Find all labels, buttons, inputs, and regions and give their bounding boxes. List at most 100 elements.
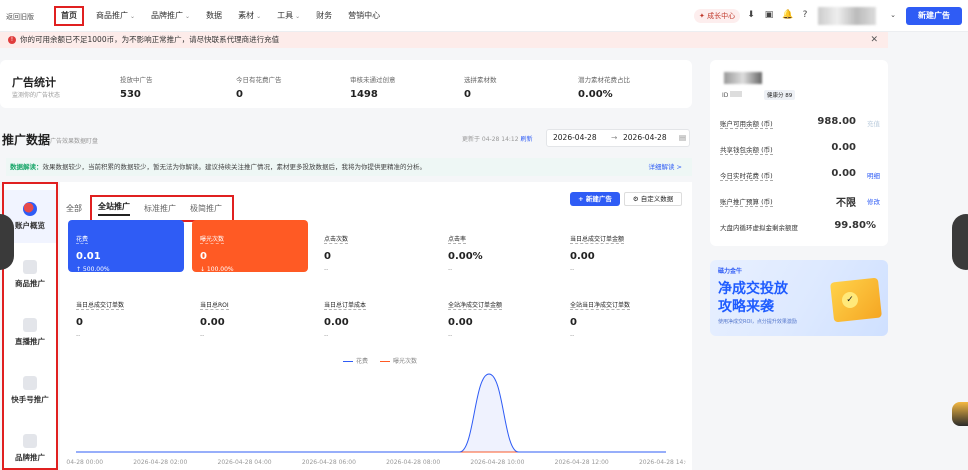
- growth-center-button[interactable]: ✦ 成长中心: [694, 9, 741, 23]
- assistant-mascot[interactable]: [952, 402, 968, 426]
- banner-brand: 磁力金牛: [718, 268, 743, 275]
- wallet-icon[interactable]: ▣: [764, 10, 774, 20]
- stat-spending-ads[interactable]: 今日有花费广告 0: [236, 74, 282, 100]
- metric-card-orders[interactable]: 当日总成交订单数 0 --: [68, 286, 184, 339]
- nav-marketing[interactable]: 营销中心: [340, 6, 388, 26]
- stat-materials[interactable]: 选拼素材数 0: [464, 74, 497, 100]
- tab-site-wide[interactable]: 全站推广: [98, 201, 130, 216]
- scroll-right-handle[interactable]: [952, 214, 968, 270]
- stat-active-ads[interactable]: 投放中广告 530: [120, 74, 153, 100]
- nav-goods-promo[interactable]: 商品推广 ⌄: [88, 6, 143, 27]
- help-icon[interactable]: ?: [800, 10, 810, 20]
- metric-card-gmv[interactable]: 当日总成交订单金额 0.00 --: [562, 220, 678, 273]
- nav-home[interactable]: 首页: [54, 6, 84, 26]
- metric-card-net-gmv[interactable]: 全站净成交订单金额 0.00 --: [440, 286, 556, 339]
- chevron-down-icon[interactable]: ⌄: [888, 10, 898, 20]
- ad-stats-subtitle: 监测你的广告状态: [12, 92, 61, 99]
- row-available-balance: 账户可用余额 (币) 988.00 充值: [720, 116, 880, 129]
- nav-brand-promo[interactable]: 品牌推广 ⌄: [143, 6, 198, 27]
- new-ad-small-button[interactable]: + 新建广告: [570, 192, 620, 206]
- legend-swatch-impressions: [379, 361, 390, 362]
- sidebar-item-live-promo[interactable]: 直播推广: [4, 318, 56, 347]
- tab-standard[interactable]: 标准推广: [144, 203, 176, 214]
- chevron-down-icon: ⌄: [185, 12, 191, 20]
- nav-finance[interactable]: 财务: [308, 6, 340, 26]
- promo-tab-group: 全站推广 标准推广 极简推广: [90, 195, 234, 222]
- scroll-left-handle[interactable]: [0, 214, 14, 270]
- nav-data[interactable]: 数据: [198, 6, 230, 26]
- recharge-link[interactable]: 充值: [867, 118, 880, 128]
- row-budget: 账户推广预算 (币) 不限 修改: [720, 196, 880, 209]
- top-bar: 返回旧版 首页 商品推广 ⌄ 品牌推广 ⌄ 数据 素材 ⌄ 工具 ⌄ 财务 营销中心 ✦…: [0, 0, 968, 32]
- sidebar-item-account-promo[interactable]: 快手号推广: [4, 376, 56, 405]
- section-title: 推广数据: [2, 133, 51, 147]
- health-score-badge: 健康分 89: [764, 90, 796, 100]
- account-id: ID: [722, 91, 743, 99]
- refresh-link[interactable]: 刷新: [520, 136, 532, 143]
- metric-card-net-orders[interactable]: 全站当日净成交订单数 0 --: [562, 286, 678, 339]
- promo-banner[interactable]: 磁力金牛 净成交投放 攻略来袭 使用净成交ROI，点分提升效果激励 ✓: [710, 260, 888, 336]
- x-tick-label: 2026-04-28 06:00: [302, 459, 356, 466]
- account-panel: ID 健康分 89 账户可用余额 (币) 988.00 充值 共享钱包余额 (币) 0…: [710, 60, 888, 246]
- banner-title-line2: 攻略来袭: [718, 299, 774, 315]
- chevron-down-icon: ⌄: [130, 12, 136, 20]
- download-icon[interactable]: ⬇: [746, 10, 756, 20]
- balance-alert: ! 你的可用余额已不足1000币，为不影响正常推广，请尽快联系代理商进行充值 ✕: [0, 32, 888, 48]
- date-range-picker[interactable]: 2026-04-28 → 2026-04-28 ▤: [546, 129, 690, 147]
- bell-icon[interactable]: 🔔: [782, 10, 793, 20]
- overview-icon: [23, 202, 37, 216]
- x-tick-label: 2026-04-28 14:00: [639, 459, 686, 466]
- data-insight-tip: 数据解读：效果数据较少，当前积累的数据较少，暂无法为你解读。建议持续关注推广情况…: [6, 158, 692, 176]
- x-tick-label: 2026-04-28 04:00: [218, 459, 272, 466]
- metric-card-clicks[interactable]: 点击次数 0 --: [316, 220, 432, 273]
- x-tick-label: 2026-04-28 02:00: [133, 459, 187, 466]
- sidebar-item-goods-promo[interactable]: 商品推广: [4, 260, 56, 289]
- stat-rejected-creatives[interactable]: 审核未通过创意 1498: [350, 74, 396, 100]
- metric-card-ctr[interactable]: 点击率 0.00% --: [440, 220, 556, 273]
- x-tick-label: 2026-04-28 10:00: [470, 459, 524, 466]
- user-icon: [23, 376, 37, 390]
- nav-tools[interactable]: 工具 ⌄: [269, 6, 308, 27]
- trend-chart: 2026-04-28 00:00 2026-04-28 02:00 2026-04-…: [66, 373, 686, 466]
- banner-title-line1: 净成交投放: [718, 281, 788, 297]
- calendar-icon: ▤: [679, 133, 687, 142]
- ad-stats-panel: 广告统计 监测你的广告状态 投放中广告 530 今日有花费广告 0 审核未通过创意 1…: [0, 60, 692, 108]
- stat-potential-share[interactable]: 潜力素材花费占比 0.00%: [578, 74, 630, 100]
- main-nav: 首页 商品推广 ⌄ 品牌推广 ⌄ 数据 素材 ⌄ 工具 ⌄ 财务 营销中心: [54, 6, 388, 26]
- live-icon: [23, 318, 37, 332]
- metric-card-impressions[interactable]: 曝光次数 0 ↓ 100.00%: [192, 220, 308, 273]
- custom-data-button[interactable]: ⚙ 自定义数据: [624, 192, 682, 206]
- chevron-down-icon: ⌄: [295, 12, 301, 20]
- row-today-spend: 今日实时花费 (币) 0.00 明细: [720, 168, 880, 181]
- sidebar-item-brand-promo[interactable]: 品牌推广: [4, 434, 56, 463]
- x-tick-label: 2026-04-28 00:00: [66, 459, 103, 466]
- brand-icon: [23, 434, 37, 448]
- promo-tabs: 全部 全站推广 标准推广 极简推广: [66, 195, 234, 222]
- close-icon[interactable]: ✕: [870, 32, 878, 48]
- series-line-花费: [75, 373, 666, 453]
- insight-tag: 数据解读：: [10, 163, 43, 171]
- tab-all[interactable]: 全部: [66, 203, 82, 214]
- metric-card-spend[interactable]: 花费 0.01 ↑ 500.00%: [68, 220, 184, 273]
- ad-stats-title: 广告统计: [12, 76, 56, 89]
- metric-card-order-cost[interactable]: 当日总订单成本 0.00 --: [316, 286, 432, 339]
- update-time: 更新于 04-28 14:12 刷新: [462, 136, 533, 143]
- row-virtual-quota: 大盘内循环虚拟金剩余额度 99.80%: [720, 220, 876, 232]
- avatar[interactable]: [818, 7, 876, 25]
- account-name-blurred: [724, 72, 762, 84]
- edit-budget-link[interactable]: 修改: [867, 196, 880, 206]
- thumbs-up-icon: ✓: [842, 292, 858, 308]
- banner-subtitle: 使用净成交ROI，点分提升效果激励: [718, 319, 797, 325]
- metric-card-roi[interactable]: 当日总ROI 0.00 --: [192, 286, 308, 339]
- goods-icon: [23, 260, 37, 274]
- alert-icon: !: [8, 36, 16, 44]
- x-tick-label: 2026-04-28 08:00: [386, 459, 440, 466]
- new-ad-button[interactable]: 新建广告: [906, 7, 962, 25]
- detail-link[interactable]: 明细: [867, 170, 880, 180]
- tab-minimal[interactable]: 极简推广: [190, 203, 222, 214]
- back-old-version-link[interactable]: 返回旧版: [6, 12, 34, 22]
- insight-detail-link[interactable]: 详细解读 >: [648, 158, 682, 176]
- chevron-down-icon: ⌄: [256, 12, 262, 20]
- nav-material[interactable]: 素材 ⌄: [230, 6, 269, 27]
- settings-icon: ⚙: [632, 195, 639, 203]
